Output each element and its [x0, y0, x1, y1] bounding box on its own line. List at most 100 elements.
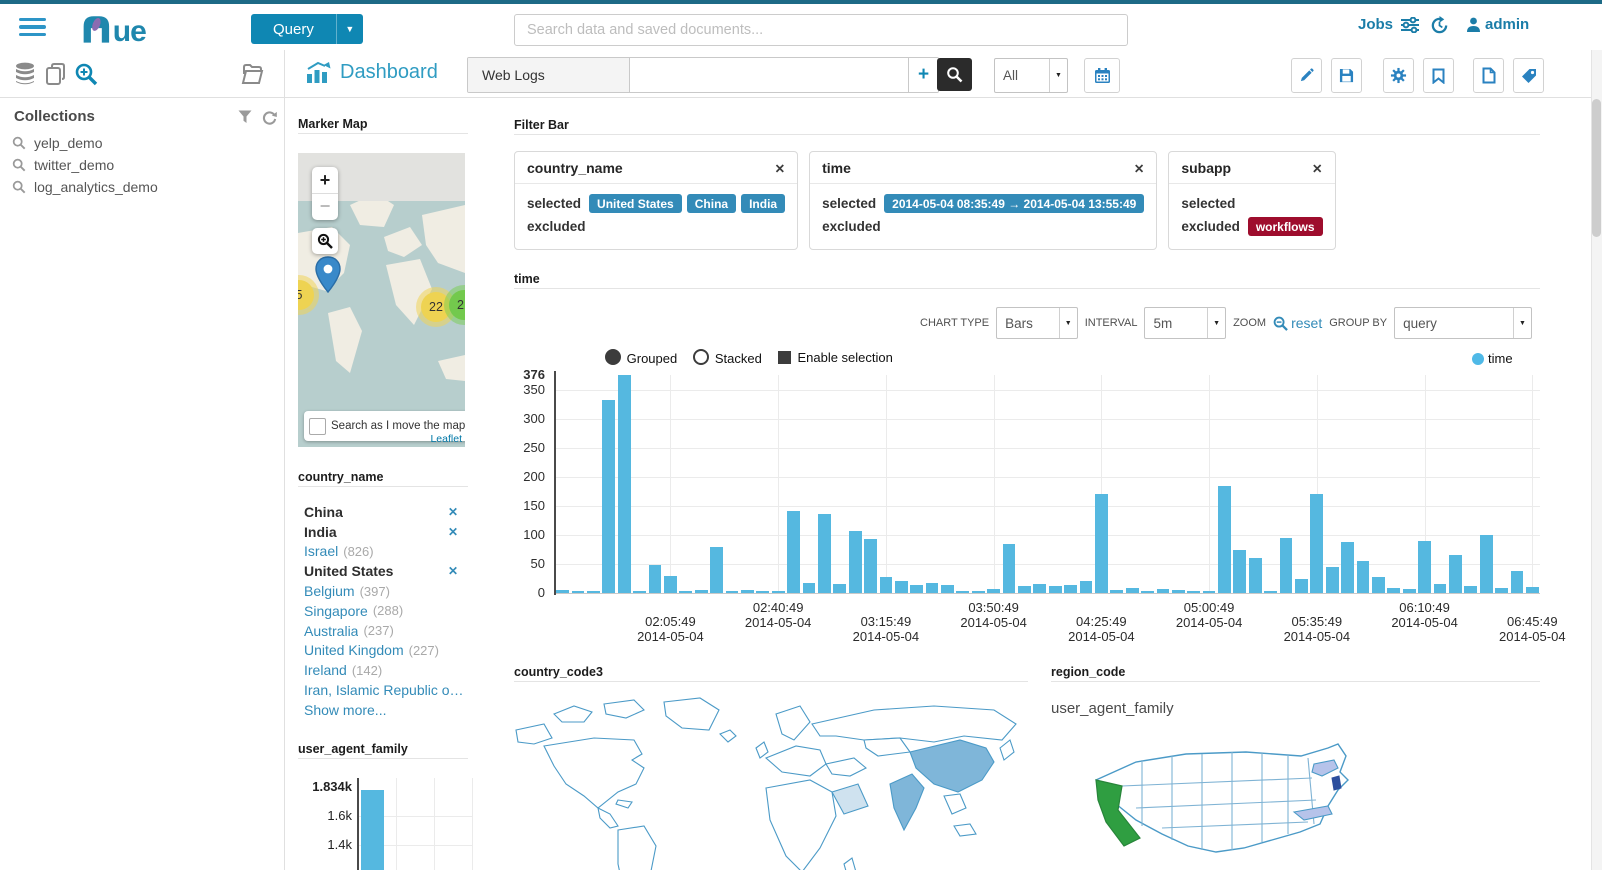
- bar[interactable]: [1464, 586, 1478, 593]
- collection-name-addon[interactable]: Web Logs: [468, 58, 630, 92]
- bar[interactable]: [941, 585, 954, 593]
- bar[interactable]: [1233, 549, 1247, 593]
- filter-chip[interactable]: United States: [589, 194, 682, 213]
- bar[interactable]: [587, 591, 600, 593]
- map-zoom-out-button[interactable]: −: [312, 193, 338, 220]
- facet-item[interactable]: Singapore (288): [304, 601, 466, 621]
- bar[interactable]: [1525, 587, 1539, 593]
- bar[interactable]: [1202, 591, 1216, 593]
- add-filter-button[interactable]: +: [908, 58, 938, 92]
- documents-icon[interactable]: [44, 62, 68, 92]
- chart-type-select[interactable]: Bars ▼: [996, 307, 1078, 339]
- hamburger-menu-icon[interactable]: [19, 18, 46, 37]
- bar[interactable]: [1248, 558, 1262, 593]
- filter-card-close-icon[interactable]: ✕: [1272, 161, 1322, 176]
- bar[interactable]: [1495, 588, 1508, 593]
- settings-button[interactable]: [1383, 58, 1414, 93]
- bar[interactable]: [879, 576, 893, 593]
- bar[interactable]: [1479, 535, 1493, 593]
- date-picker-button[interactable]: [1084, 58, 1120, 93]
- bar[interactable]: [771, 591, 785, 593]
- bar[interactable]: [1510, 570, 1524, 593]
- folder-icon[interactable]: [240, 62, 265, 91]
- database-icon[interactable]: [14, 62, 36, 91]
- bar[interactable]: [802, 582, 816, 593]
- bar[interactable]: [1079, 581, 1093, 593]
- bar[interactable]: [633, 591, 647, 593]
- zoom-reset-link[interactable]: reset: [1273, 315, 1322, 331]
- bar[interactable]: [848, 530, 862, 593]
- hue-logo[interactable]: ue: [80, 11, 180, 52]
- bar[interactable]: [1418, 540, 1431, 593]
- bookmark-button[interactable]: [1423, 58, 1454, 93]
- bar[interactable]: [956, 591, 970, 593]
- bar[interactable]: [787, 510, 800, 593]
- bar[interactable]: [925, 582, 939, 593]
- map-marker-pin[interactable]: [314, 256, 342, 294]
- collection-item[interactable]: yelp_demo: [8, 132, 268, 154]
- bar[interactable]: [710, 547, 723, 593]
- facet-show-more[interactable]: Show more...: [304, 700, 466, 720]
- bar[interactable]: [1033, 583, 1047, 593]
- edit-dashboard-button[interactable]: [1291, 58, 1322, 93]
- collection-item[interactable]: log_analytics_demo: [8, 176, 268, 198]
- zoom-in-icon[interactable]: [74, 62, 99, 92]
- new-document-button[interactable]: [1473, 58, 1504, 93]
- filter-chip[interactable]: China: [686, 194, 737, 213]
- us-states-map[interactable]: [1076, 728, 1416, 870]
- facet-item-link[interactable]: Singapore: [304, 603, 368, 619]
- bar[interactable]: [1218, 485, 1231, 593]
- group-by-select[interactable]: query ▼: [1394, 307, 1532, 339]
- stacked-radio[interactable]: Stacked: [693, 349, 762, 366]
- bar[interactable]: [1341, 541, 1354, 593]
- bar[interactable]: [1448, 555, 1462, 593]
- facet-remove-icon[interactable]: ✕: [448, 525, 458, 539]
- facet-item[interactable]: United States ✕: [304, 561, 466, 581]
- bar[interactable]: [1387, 588, 1401, 593]
- bar[interactable]: [1141, 591, 1154, 593]
- facet-item[interactable]: Australia (237): [304, 621, 466, 641]
- bar[interactable]: [1356, 561, 1370, 593]
- bar[interactable]: [971, 591, 985, 593]
- facet-item-link[interactable]: Ireland: [304, 662, 347, 678]
- collection-item[interactable]: twitter_demo: [8, 154, 268, 176]
- enable-selection-toggle[interactable]: Enable selection: [777, 350, 893, 365]
- map-zoom-control[interactable]: + −: [312, 167, 338, 220]
- tags-button[interactable]: [1513, 58, 1544, 93]
- dashboard-query-input[interactable]: [630, 58, 908, 92]
- bar[interactable]: [617, 375, 631, 593]
- marker-map[interactable]: 52221 + − Search as I move the map Leafl…: [298, 153, 465, 447]
- query-caret-icon[interactable]: ▼: [335, 14, 363, 44]
- bar[interactable]: [1325, 566, 1339, 593]
- bar[interactable]: [740, 589, 754, 593]
- facet-item-link[interactable]: Israel: [304, 543, 338, 559]
- map-search-checkbox[interactable]: [309, 417, 326, 435]
- world-gradient-map[interactable]: [514, 696, 1020, 870]
- series-legend[interactable]: time: [1472, 351, 1513, 366]
- facet-remove-icon[interactable]: ✕: [448, 564, 458, 578]
- bar[interactable]: [1372, 576, 1385, 593]
- facet-remove-icon[interactable]: ✕: [448, 505, 458, 519]
- facet-item-link[interactable]: Belgium: [304, 583, 355, 599]
- filter-chip[interactable]: 2014-05-04 08:35:49 → 2014-05-04 13:55:4…: [884, 194, 1145, 213]
- grouped-radio[interactable]: Grouped: [605, 349, 677, 366]
- bar[interactable]: [1156, 588, 1170, 593]
- bar[interactable]: [648, 565, 662, 593]
- filter-card-close-icon[interactable]: ✕: [1094, 161, 1144, 176]
- filter-funnel-icon[interactable]: [238, 110, 252, 124]
- save-dashboard-button[interactable]: [1331, 58, 1362, 93]
- map-zoom-in-button[interactable]: +: [312, 167, 338, 193]
- bar[interactable]: [817, 513, 831, 593]
- bar[interactable]: [725, 591, 739, 593]
- jobs-link[interactable]: Jobs: [1358, 16, 1420, 33]
- facet-item[interactable]: China ✕: [304, 502, 466, 522]
- bar[interactable]: [864, 538, 877, 593]
- bar[interactable]: [664, 576, 677, 593]
- bar[interactable]: [987, 588, 1001, 593]
- bar[interactable]: [833, 583, 847, 593]
- bar[interactable]: [1402, 588, 1416, 593]
- facet-item[interactable]: Iran, Islamic Republic of ...: [304, 680, 466, 700]
- query-button-label[interactable]: Query: [251, 14, 336, 44]
- bar[interactable]: [1048, 586, 1062, 593]
- map-zoom-box-button[interactable]: [312, 228, 338, 254]
